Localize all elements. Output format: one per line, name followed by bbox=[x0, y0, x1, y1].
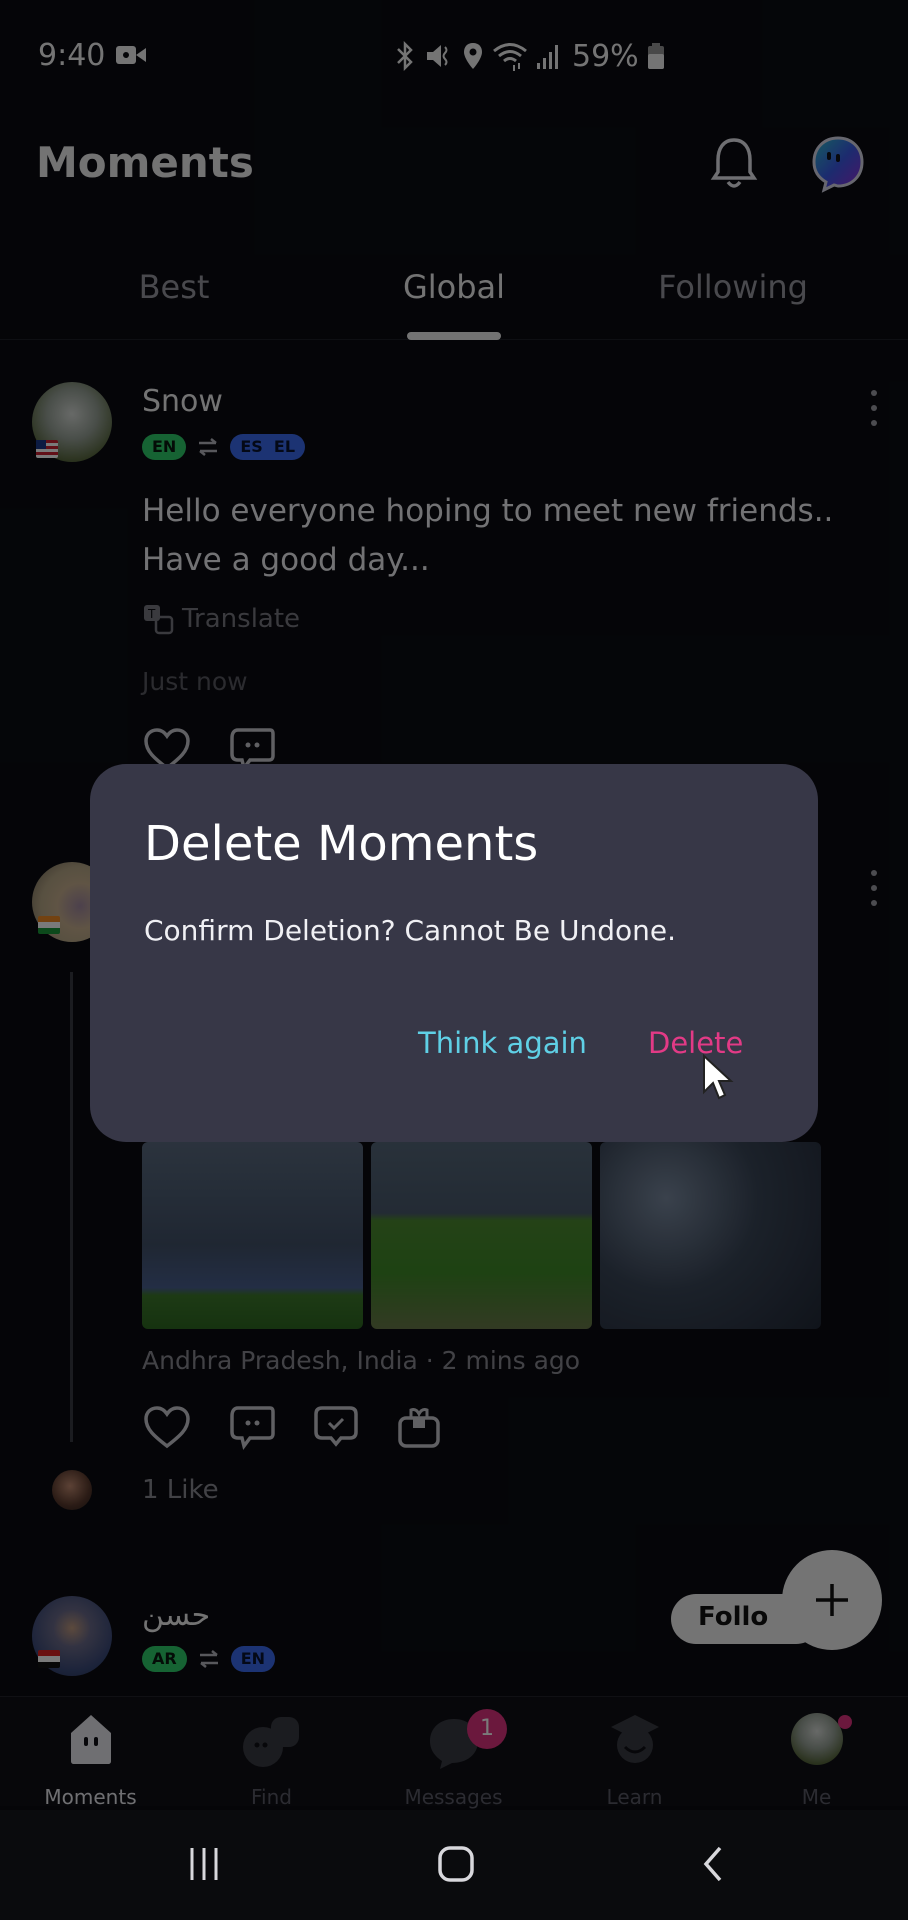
home-icon[interactable] bbox=[436, 1844, 476, 1884]
back-icon[interactable] bbox=[692, 1844, 732, 1884]
dialog-title: Delete Moments bbox=[144, 816, 539, 872]
recent-apps-icon[interactable] bbox=[184, 1844, 224, 1884]
think-again-button[interactable]: Think again bbox=[418, 1026, 587, 1060]
mouse-cursor-icon bbox=[703, 1054, 734, 1100]
system-nav-bar bbox=[0, 1810, 908, 1920]
dialog-message: Confirm Deletion? Cannot Be Undone. bbox=[144, 914, 677, 947]
